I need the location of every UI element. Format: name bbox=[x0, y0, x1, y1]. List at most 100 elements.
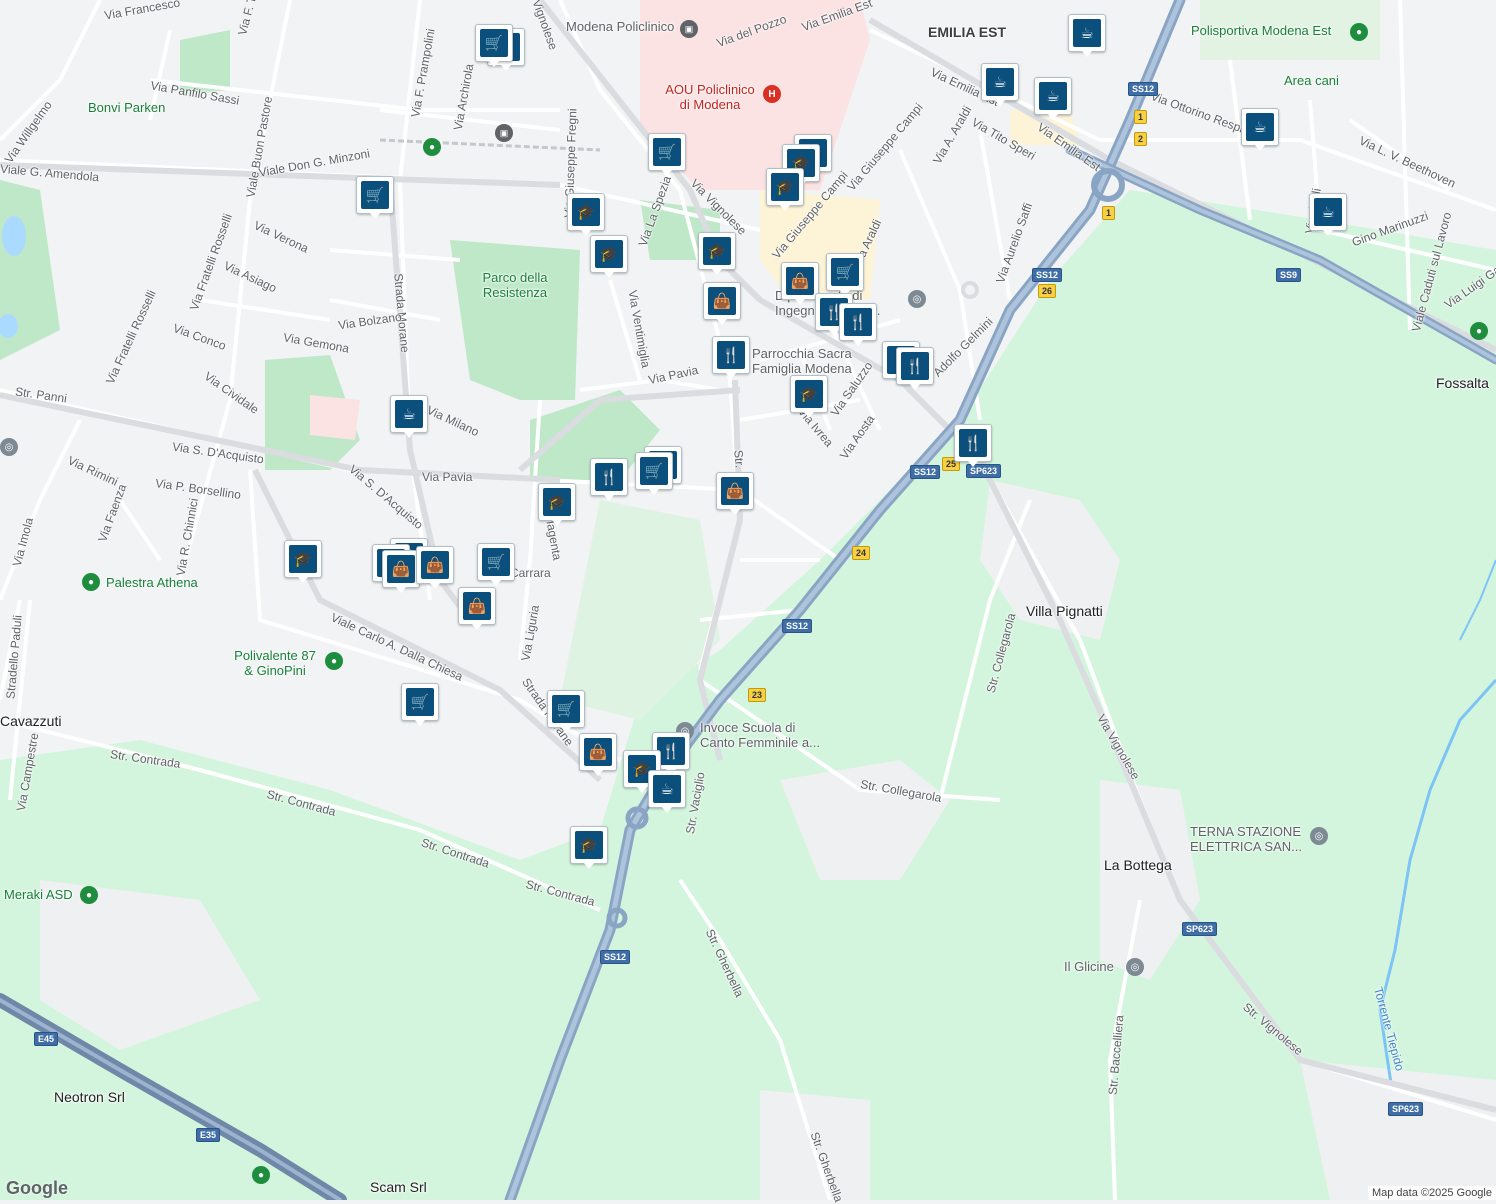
landmark-icon[interactable]: ◎ bbox=[1310, 827, 1328, 845]
sports-icon[interactable]: ● bbox=[82, 573, 100, 591]
graduation-cap-icon: 🎓 bbox=[575, 831, 603, 859]
cafe-pin[interactable]: ☕ bbox=[981, 63, 1019, 106]
cafe-pin[interactable]: ☕ bbox=[390, 395, 428, 438]
street-label: Carrara bbox=[510, 566, 551, 580]
google-logo: Google bbox=[6, 1178, 68, 1198]
sports-icon[interactable]: ● bbox=[80, 886, 98, 904]
school-pin[interactable]: 🎓 bbox=[570, 826, 608, 869]
cafe-pin[interactable]: ☕ bbox=[1309, 193, 1347, 236]
shop-pin[interactable]: 🛒 bbox=[475, 24, 513, 67]
fork-knife-icon: 🍴 bbox=[959, 429, 987, 457]
school-pin[interactable]: 🎓 bbox=[698, 232, 736, 275]
store-pin[interactable]: 👜 bbox=[703, 282, 741, 325]
restaurant-pin[interactable]: 🍴 bbox=[896, 347, 934, 390]
fork-knife-icon: 🍴 bbox=[717, 341, 745, 369]
map-attribution[interactable]: Map data ©2025 Google bbox=[1367, 1186, 1496, 1200]
cafe-pin[interactable]: ☕ bbox=[648, 770, 686, 813]
school-pin[interactable]: 🎓 bbox=[538, 483, 576, 526]
landmark-icon[interactable]: ◎ bbox=[0, 438, 18, 456]
restaurant-pin[interactable]: 🍴 bbox=[712, 336, 750, 379]
restaurant-pin[interactable]: 🍴 bbox=[839, 303, 877, 346]
park-label: Polivalente 87 & GinoPini bbox=[234, 648, 316, 678]
store-pin[interactable]: 👜 bbox=[416, 546, 454, 589]
graduation-cap-icon: 🎓 bbox=[771, 173, 799, 201]
graduation-cap-icon: 🎓 bbox=[572, 198, 600, 226]
district-label: EMILIA EST bbox=[928, 24, 1007, 40]
graduation-cap-icon: 🎓 bbox=[289, 545, 317, 573]
route-shield: SS12 bbox=[910, 465, 941, 479]
road-number: 23 bbox=[748, 688, 767, 702]
power-station-label: TERNA STAZIONE ELETTRICA SAN... bbox=[1190, 824, 1302, 854]
park-label: Polisportiva Modena Est bbox=[1191, 23, 1332, 38]
church-label: Parrocchia Sacra Famiglia Modena bbox=[752, 346, 852, 376]
place-label: Neotron Srl bbox=[54, 1089, 125, 1105]
store-pin[interactable]: 👜 bbox=[579, 733, 617, 776]
shopping-cart-icon: 🛒 bbox=[831, 258, 859, 286]
route-shield: SS9 bbox=[1276, 268, 1302, 282]
school-label: Invoce Scuola di Canto Femminile a... bbox=[700, 720, 820, 750]
sports-icon[interactable]: ● bbox=[325, 652, 343, 670]
road-number: 24 bbox=[852, 546, 871, 560]
shopping-cart-icon: 🛒 bbox=[480, 29, 508, 57]
hospital-icon[interactable]: H bbox=[763, 85, 781, 103]
store-pin[interactable]: 👜 bbox=[781, 262, 819, 305]
sports-icon[interactable]: ● bbox=[1470, 322, 1488, 340]
school-pin[interactable]: 🎓 bbox=[590, 235, 628, 278]
place-label: La Bottega bbox=[1104, 857, 1172, 873]
route-shield: SS12 bbox=[1032, 268, 1063, 282]
school-pin[interactable]: 🎓 bbox=[766, 168, 804, 211]
fork-knife-icon: 🍴 bbox=[657, 737, 685, 765]
landmark-icon[interactable]: ◎ bbox=[1126, 958, 1144, 976]
cafe-pin[interactable]: ☕ bbox=[1068, 14, 1106, 57]
shopping-cart-icon: 🛒 bbox=[406, 688, 434, 716]
park-icon[interactable]: ● bbox=[252, 1166, 270, 1184]
cup-icon: ☕ bbox=[1039, 82, 1067, 110]
park-label: Meraki ASD bbox=[4, 887, 73, 902]
shop-pin[interactable]: 🛒 bbox=[648, 133, 686, 176]
shop-pin[interactable]: 🛒 bbox=[635, 452, 673, 495]
train-station-icon[interactable]: ▣ bbox=[495, 124, 513, 142]
shop-pin[interactable]: 🛒 bbox=[547, 690, 585, 733]
cup-icon: ☕ bbox=[1314, 198, 1342, 226]
hospital-label: AOU Policlinico di Modena bbox=[665, 82, 755, 112]
route-shield: SS12 bbox=[600, 950, 631, 964]
school-pin[interactable]: 🎓 bbox=[567, 193, 605, 236]
fork-knife-icon: 🍴 bbox=[901, 352, 929, 380]
university-icon[interactable]: ◎ bbox=[908, 290, 926, 308]
school-pin[interactable]: 🎓 bbox=[790, 375, 828, 418]
street-label: Str. bbox=[731, 449, 747, 469]
shop-pin[interactable]: 🛒 bbox=[401, 683, 439, 726]
store-pin[interactable]: 👜 bbox=[382, 550, 420, 593]
shop-pin[interactable]: 🛒 bbox=[477, 543, 515, 586]
train-station-icon[interactable]: ▣ bbox=[680, 20, 698, 38]
shop-pin[interactable]: 🛒 bbox=[356, 176, 394, 219]
sports-icon[interactable]: ● bbox=[1350, 23, 1368, 41]
school-pin[interactable]: 🎓 bbox=[284, 540, 322, 583]
graduation-cap-icon: 🎓 bbox=[795, 380, 823, 408]
shopping-cart-icon: 🛒 bbox=[482, 548, 510, 576]
store-pin[interactable]: 👜 bbox=[716, 472, 754, 515]
route-shield: SP623 bbox=[1182, 922, 1218, 936]
route-shield: SP623 bbox=[1388, 1102, 1424, 1116]
restaurant-pin[interactable]: 🍴 bbox=[590, 458, 628, 501]
park-icon[interactable]: ● bbox=[423, 138, 441, 156]
place-label: Villa Pignatti bbox=[1026, 603, 1103, 619]
graduation-cap-icon: 🎓 bbox=[543, 488, 571, 516]
road-number: 2 bbox=[1134, 132, 1148, 146]
cup-icon: ☕ bbox=[1073, 19, 1101, 47]
store-pin[interactable]: 👜 bbox=[458, 587, 496, 630]
fork-knife-icon: 🍴 bbox=[595, 463, 623, 491]
cafe-pin[interactable]: ☕ bbox=[1034, 77, 1072, 120]
route-shield: E45 bbox=[34, 1032, 59, 1046]
shopping-cart-icon: 🛒 bbox=[640, 457, 668, 485]
cafe-pin[interactable]: ☕ bbox=[1241, 108, 1279, 151]
shopping-bag-icon: 👜 bbox=[421, 551, 449, 579]
shopping-bag-icon: 👜 bbox=[584, 738, 612, 766]
poi-label: Il Glicine bbox=[1064, 959, 1114, 974]
restaurant-pin[interactable]: 🍴 bbox=[954, 424, 992, 467]
shop-pin[interactable]: 🛒 bbox=[826, 253, 864, 296]
station-label: Modena Policlinico bbox=[566, 19, 675, 34]
graduation-cap-icon: 🎓 bbox=[595, 240, 623, 268]
shopping-cart-icon: 🛒 bbox=[552, 695, 580, 723]
park-label: Parco della Resistenza bbox=[482, 270, 548, 300]
